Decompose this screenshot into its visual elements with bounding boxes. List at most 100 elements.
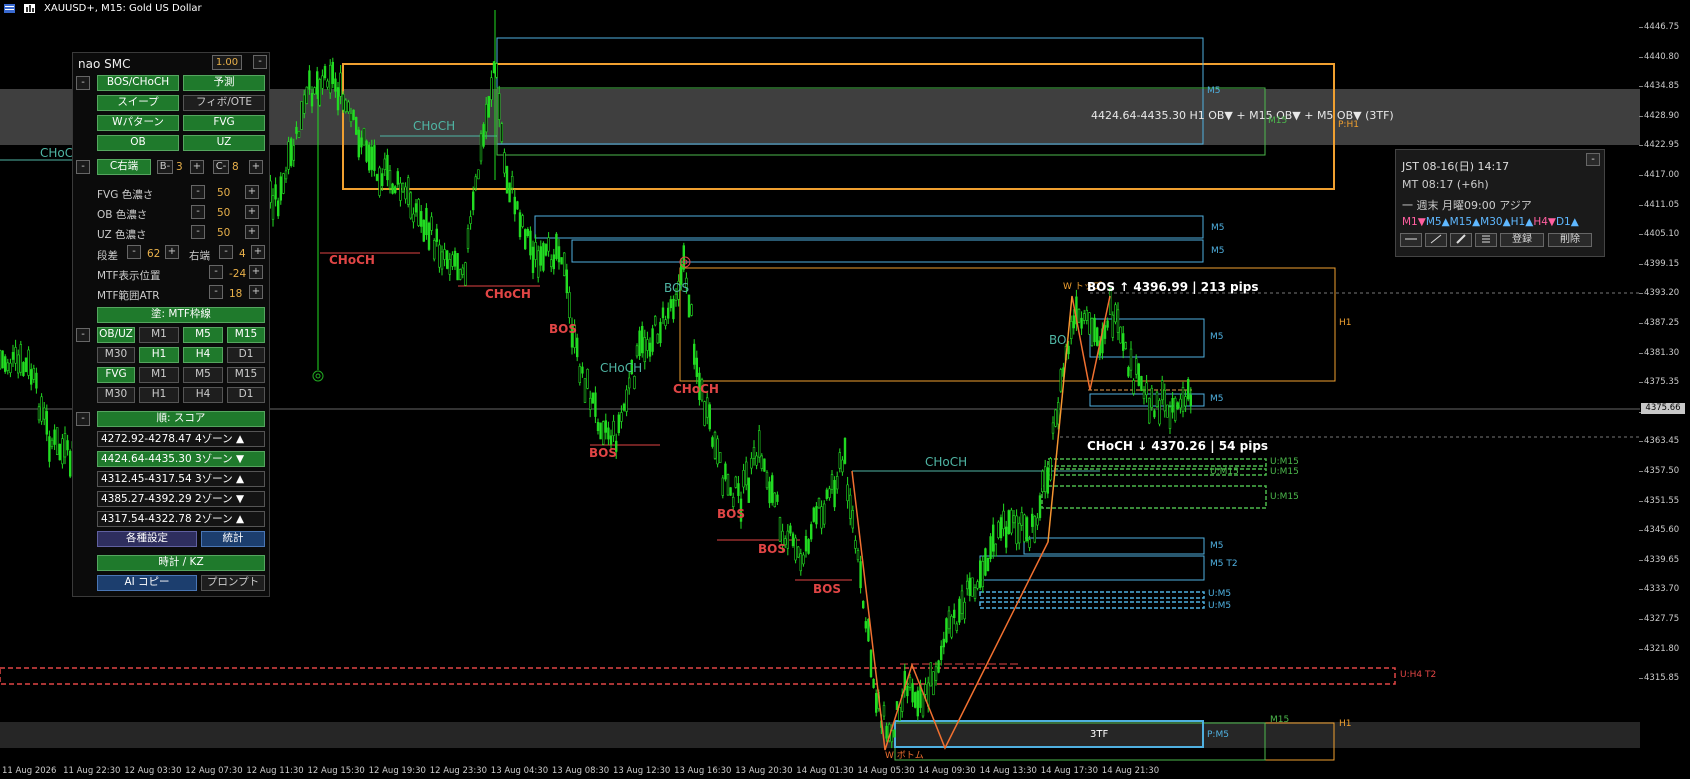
uz-toggle[interactable]: UZ bbox=[183, 135, 265, 151]
panel-scale-value[interactable]: 1.00 bbox=[212, 55, 242, 70]
zone-tf-label: M5 bbox=[1211, 223, 1225, 233]
fvg-tf-m1[interactable]: M1 bbox=[139, 367, 179, 383]
zone-highlight-band-bottom bbox=[0, 722, 1640, 748]
ob-tf-m15[interactable]: M15 bbox=[227, 327, 265, 343]
bos-label: BOS bbox=[549, 322, 577, 336]
settings-button[interactable]: 各種設定 bbox=[97, 531, 197, 547]
c-plus-button[interactable]: + bbox=[249, 160, 263, 174]
tf-trend: M1▼ bbox=[1402, 216, 1426, 228]
ob-tf-d1[interactable]: D1 bbox=[227, 347, 265, 363]
ob-tf-m1[interactable]: M1 bbox=[139, 327, 179, 343]
zone-tf-label: H1 bbox=[1339, 719, 1352, 729]
right-edge-minus[interactable]: - bbox=[219, 245, 233, 259]
fvg-tf-m30[interactable]: M30 bbox=[97, 387, 135, 403]
bos-label: BOS bbox=[813, 582, 841, 596]
panel-collapse-button[interactable]: - bbox=[253, 55, 267, 69]
w-pattern-toggle[interactable]: Wパターン bbox=[97, 115, 179, 131]
fibo-ote-toggle[interactable]: フィボ/OTE bbox=[183, 95, 265, 111]
ob-tf-h1[interactable]: H1 bbox=[139, 347, 179, 363]
zone-list-item[interactable]: 4312.45-4317.54 3ゾーン ▲ bbox=[97, 471, 265, 487]
price-tick: 4446.75 bbox=[1638, 22, 1680, 32]
hline-tool-icon[interactable] bbox=[1400, 233, 1422, 247]
right-edge-plus[interactable]: + bbox=[251, 245, 265, 259]
right-edge-value: 4 bbox=[239, 248, 246, 260]
ob-tf-m30[interactable]: M30 bbox=[97, 347, 135, 363]
register-button[interactable]: 登録 bbox=[1500, 233, 1544, 247]
section-collapse-button[interactable]: - bbox=[76, 412, 90, 426]
step-plus[interactable]: + bbox=[165, 245, 179, 259]
section-collapse-button[interactable]: - bbox=[76, 160, 90, 174]
section-collapse-button[interactable]: - bbox=[76, 76, 90, 90]
uz-opacity-minus[interactable]: - bbox=[191, 225, 205, 239]
tf-trend: M15▲ bbox=[1449, 216, 1481, 228]
ai-copy-button[interactable]: AI コピー bbox=[97, 575, 197, 591]
price-tick: 4315.85 bbox=[1638, 673, 1680, 684]
stats-button[interactable]: 統計 bbox=[201, 531, 265, 547]
ob-uz-tf-toggle[interactable]: OB/UZ bbox=[97, 327, 135, 343]
zone-tf-label: U:M15 bbox=[1210, 467, 1239, 477]
mt-chart-window: XAUUSD+, M15: Gold US Dollar CHoCH CHoCH… bbox=[0, 0, 1690, 779]
c-minus-button[interactable]: C- bbox=[213, 160, 229, 174]
forecast-toggle[interactable]: 予測 bbox=[183, 75, 265, 91]
ob-opacity-plus[interactable]: + bbox=[245, 205, 259, 219]
mtf-position-label: MTF表示位置 bbox=[97, 270, 161, 282]
mtf-atr-plus[interactable]: + bbox=[249, 285, 263, 299]
fvg-tf-d1[interactable]: D1 bbox=[227, 387, 265, 403]
mtf-atr-value: 18 bbox=[229, 288, 243, 300]
clock-collapse-button[interactable]: - bbox=[1586, 153, 1600, 166]
fvg-tf-toggle[interactable]: FVG bbox=[97, 367, 135, 383]
mtf-frame-fill-toggle[interactable]: 塗: MTF枠線 bbox=[97, 307, 265, 323]
section-collapse-button[interactable]: - bbox=[76, 328, 90, 342]
c-right-edge-toggle[interactable]: C右端 bbox=[97, 159, 151, 175]
sort-score-button[interactable]: 順: スコア bbox=[97, 411, 265, 427]
price-tick: 4440.80 bbox=[1638, 51, 1680, 62]
clock-kz-button[interactable]: 時計 / KZ bbox=[97, 555, 265, 571]
zone-list-item[interactable]: 4385.27-4392.29 2ゾーン ▼ bbox=[97, 491, 265, 507]
smc-control-panel: nao SMC 1.00 - - BOS/CHoCH 予測 スイープ フィボ/O… bbox=[72, 52, 270, 597]
trendline-tool-icon[interactable] bbox=[1425, 233, 1447, 247]
choch-label: CHoCH bbox=[925, 455, 968, 469]
price-tick: 4345.60 bbox=[1638, 525, 1680, 536]
uz-opacity-label: UZ 色濃さ bbox=[97, 229, 147, 241]
b-minus-button[interactable]: B- bbox=[157, 160, 173, 174]
sweep-toggle[interactable]: スイープ bbox=[97, 95, 179, 111]
price-tick: 4357.50 bbox=[1638, 466, 1680, 476]
zone-list-item[interactable]: 4317.54-4322.78 2ゾーン ▲ bbox=[97, 511, 265, 527]
fvg-opacity-minus[interactable]: - bbox=[191, 185, 205, 199]
price-tick: 4405.10 bbox=[1638, 229, 1680, 240]
choch-label: CHoCH bbox=[413, 119, 456, 133]
pen-tool-icon[interactable] bbox=[1450, 233, 1472, 247]
price-axis[interactable]: 4446.75 4440.80 4434.85 4428.90 4422.95 4417.… bbox=[1638, 0, 1690, 779]
price-tick: 4422.95 bbox=[1638, 140, 1680, 151]
mtf-position-minus[interactable]: - bbox=[209, 265, 223, 279]
delete-button[interactable]: 削除 bbox=[1548, 233, 1592, 247]
ob-toggle[interactable]: OB bbox=[97, 135, 179, 151]
price-tick: 4363.45 bbox=[1638, 436, 1680, 447]
fvg-tf-m5[interactable]: M5 bbox=[183, 367, 223, 383]
fvg-tf-m15[interactable]: M15 bbox=[227, 367, 265, 383]
prompt-button[interactable]: プロンプト bbox=[201, 575, 265, 591]
zone-list-item[interactable]: 4272.92-4278.47 4ゾーン ▲ bbox=[97, 431, 265, 447]
bos-label: BOS bbox=[589, 446, 617, 460]
fvg-tf-h4[interactable]: H4 bbox=[183, 387, 223, 403]
mtf-position-plus[interactable]: + bbox=[249, 265, 263, 279]
time-axis[interactable]: 11 Aug 2026 11 Aug 22:30 12 Aug 03:30 12 Au… bbox=[0, 763, 1640, 779]
zone-tf-label: P:M5 bbox=[1207, 730, 1229, 740]
mtf-atr-minus[interactable]: - bbox=[209, 285, 223, 299]
choch-info-label: CHoCH ↓ 4370.26 | 54 pips bbox=[1087, 439, 1269, 453]
ob-tf-h4[interactable]: H4 bbox=[183, 347, 223, 363]
fvg-toggle[interactable]: FVG bbox=[183, 115, 265, 131]
ob-tf-m5[interactable]: M5 bbox=[183, 327, 223, 343]
clock-widget: JST 08-16(日) 14:17 MT 08:17 (+6h) 一 週末 月… bbox=[1395, 149, 1605, 257]
fvg-tf-h1[interactable]: H1 bbox=[139, 387, 179, 403]
ob-opacity-minus[interactable]: - bbox=[191, 205, 205, 219]
uz-opacity-plus[interactable]: + bbox=[245, 225, 259, 239]
bos-choch-toggle[interactable]: BOS/CHoCH bbox=[97, 75, 179, 91]
zone-tf-label: M5 bbox=[1207, 86, 1221, 96]
zone-list-item[interactable]: 4424.64-4435.30 3ゾーン ▼ bbox=[97, 451, 265, 467]
b-plus-button[interactable]: + bbox=[190, 160, 204, 174]
fvg-opacity-plus[interactable]: + bbox=[245, 185, 259, 199]
session-status: 一 週末 月曜09:00 アジア bbox=[1402, 199, 1532, 212]
menu-icon[interactable] bbox=[1475, 233, 1497, 247]
step-minus[interactable]: - bbox=[127, 245, 141, 259]
